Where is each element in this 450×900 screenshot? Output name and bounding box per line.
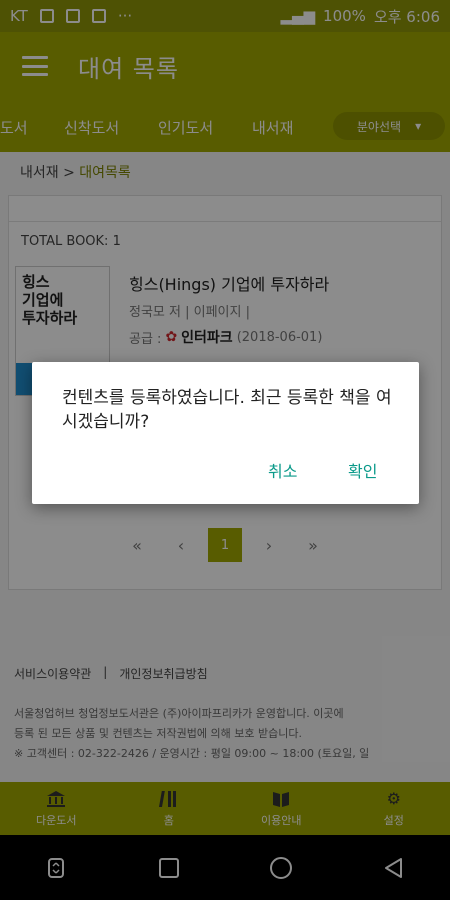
cancel-button[interactable]: 취소 [268,458,297,482]
confirm-button[interactable]: 확인 [348,458,377,482]
confirm-dialog: 컨텐츠를 등록하였습니다. 최근 등록한 책을 여시겠습니까? 취소 확인 [32,362,419,504]
dialog-message: 컨텐츠를 등록하였습니다. 최근 등록한 책을 여시겠습니까? [62,388,392,432]
